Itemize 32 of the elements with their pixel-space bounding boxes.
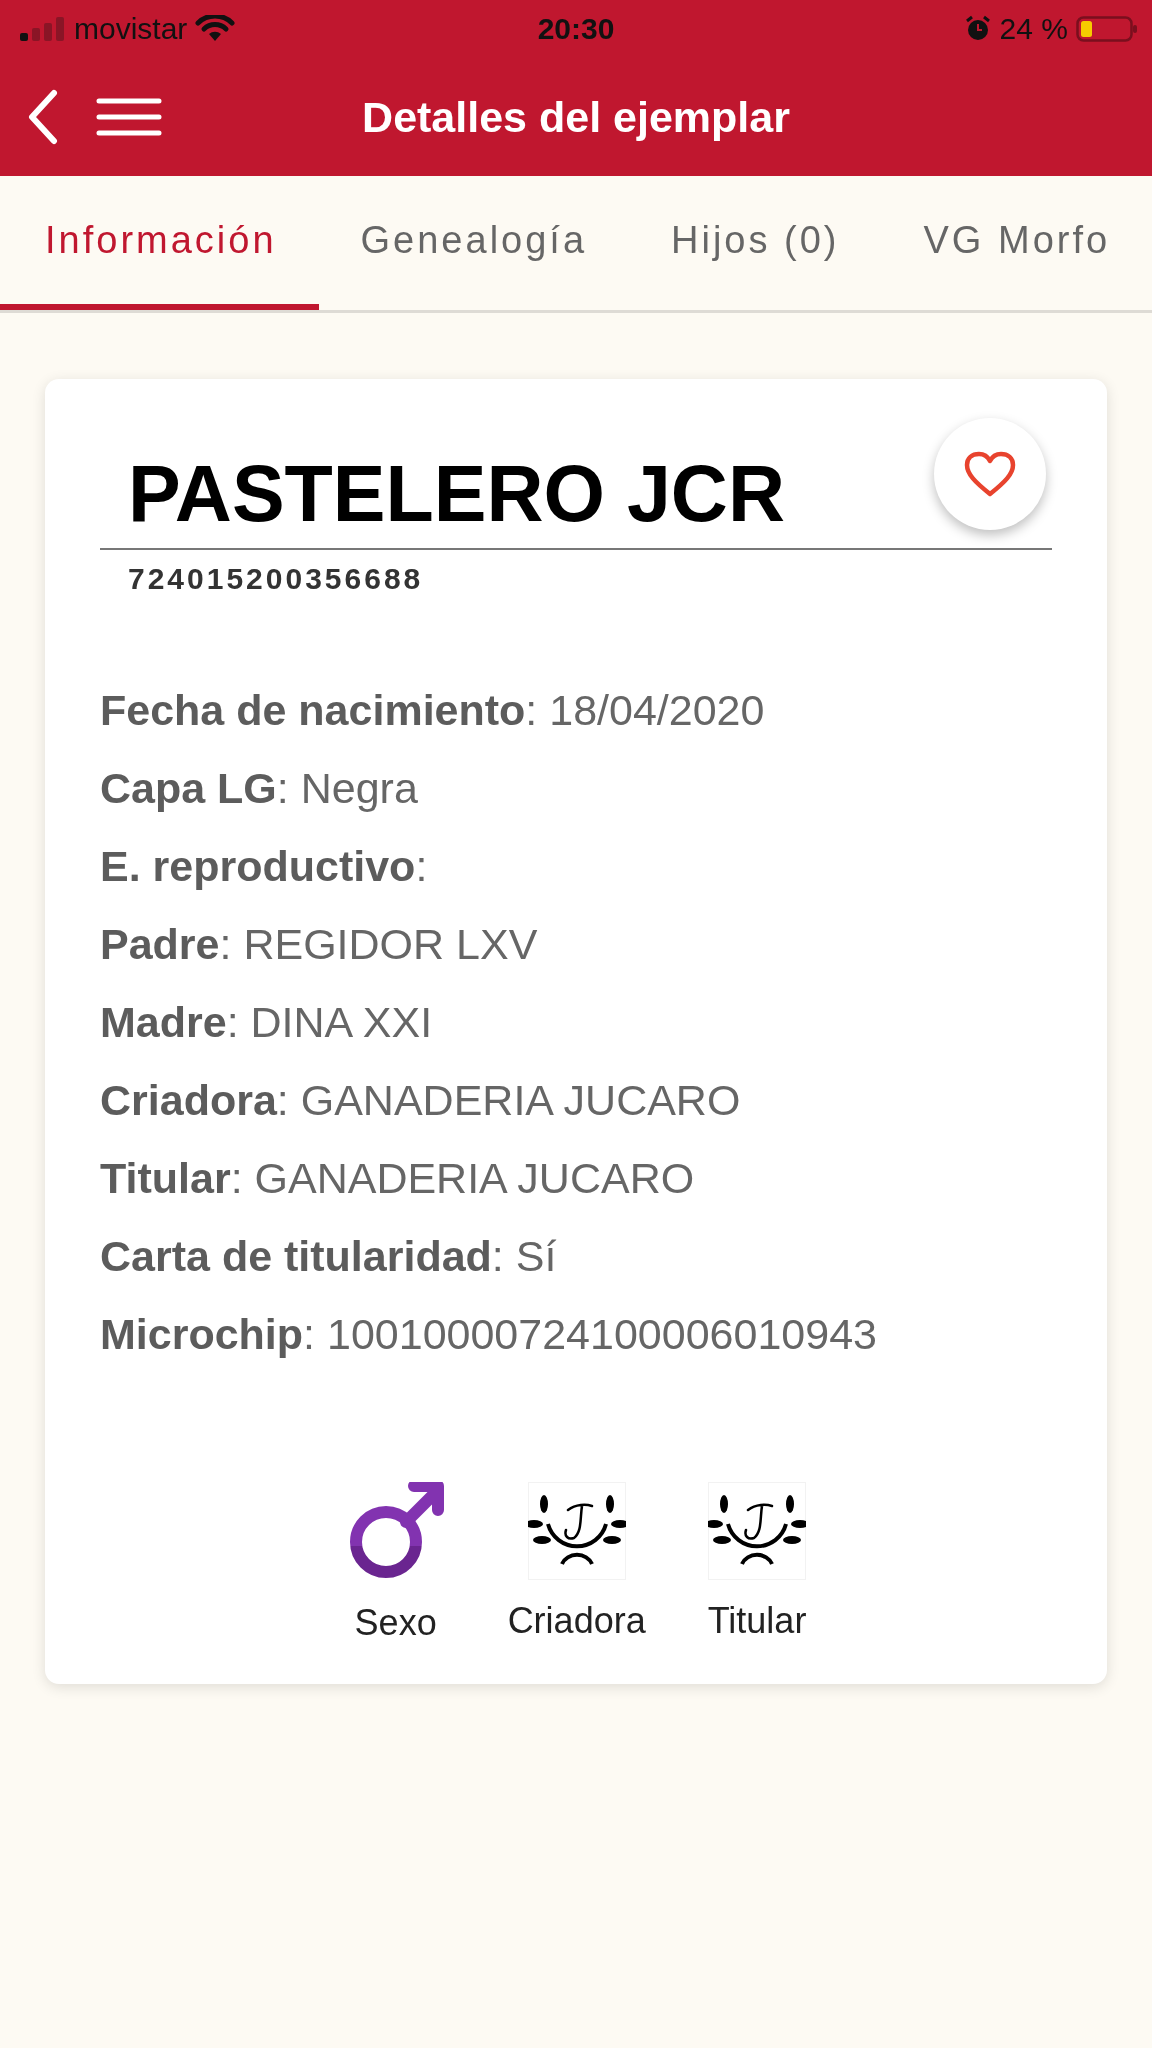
battery-icon	[1076, 15, 1138, 43]
detail-line: Madre: DINA XXI	[100, 1000, 434, 1045]
status-time: 20:30	[536, 12, 616, 46]
tab[interactable]: Información	[0, 176, 319, 310]
tab[interactable]: VG Morfo	[881, 176, 1152, 310]
battery-percent: 24 %	[999, 12, 1068, 46]
favorite-button[interactable]	[934, 417, 1046, 530]
laurel-logo-icon	[708, 1482, 807, 1580]
badge-label: Criadora	[507, 1600, 646, 1642]
detail-line: Carta de titularidad: Sí	[100, 1234, 558, 1279]
back-icon[interactable]	[26, 89, 58, 145]
animal-code: 724015200356688	[127, 562, 425, 596]
laurel-logo-icon	[527, 1482, 626, 1580]
detail-line: Fecha de nacimiento: 18/04/2020	[100, 688, 766, 733]
screen-title: Detalles del ejemplar	[361, 92, 791, 142]
wifi-icon	[195, 15, 236, 43]
detail-line: Microchip: 10010000724100006010943	[100, 1312, 878, 1357]
menu-icon[interactable]	[96, 97, 162, 137]
badge-label: Sexo	[354, 1602, 437, 1644]
animal-name: PASTELERO JCR	[127, 447, 785, 540]
detail-line: Criadora: GANADERIA JUCARO	[100, 1078, 742, 1123]
badge-label: Titular	[707, 1600, 807, 1642]
detail-line: Titular: GANADERIA JUCARO	[100, 1156, 696, 1201]
alarm-icon	[963, 15, 992, 43]
signal-icon	[20, 17, 66, 41]
tab[interactable]: Hijos (0)	[629, 176, 882, 310]
detail-line: E. reproductivo:	[100, 844, 429, 889]
heart-icon	[963, 449, 1017, 498]
carrier-name: movistar	[74, 12, 188, 46]
tab[interactable]: Genealogía	[318, 176, 630, 310]
detail-line: Capa LG: Negra	[100, 766, 419, 811]
detail-line: Padre: REGIDOR LXV	[100, 922, 539, 967]
